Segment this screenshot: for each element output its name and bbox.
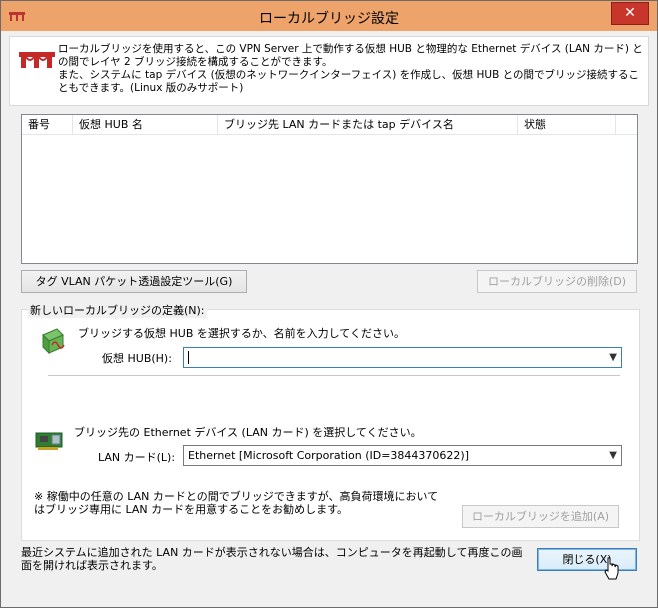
hub-prompt: ブリッジする仮想 HUB を選択するか、名前を入力してください。 [78,327,405,340]
local-bridge-dialog: ローカルブリッジ設定 ✕ ローカルブリッジを使用すると、この VPN Serve… [0,0,658,608]
title-bar[interactable]: ローカルブリッジ設定 ✕ [1,1,657,31]
mouse-cursor-icon [604,557,619,580]
description-panel: ローカルブリッジを使用すると、この VPN Server 上で動作する仮想 HU… [9,36,649,106]
vlan-tool-button[interactable]: タグ VLAN パケット透過設定ツール(G) [21,270,247,293]
lan-card-combo[interactable]: Ethernet [Microsoft Corporation (ID=3844… [183,445,622,466]
footer-note: 最近システムに追加された LAN カードが表示されない場合は、コンピュータを再起… [21,546,523,572]
column-status[interactable]: 状態 [518,115,616,134]
close-button[interactable]: 閉じる(X) [537,548,637,571]
chevron-down-icon[interactable]: ▼ [609,348,617,367]
column-hub-name[interactable]: 仮想 HUB 名 [73,115,218,134]
lan-prompt: ブリッジ先の Ethernet デバイス (LAN カード) を選択してください… [74,426,422,439]
bridge-icon [19,52,55,68]
description-text: ローカルブリッジを使用すると、この VPN Server 上で動作する仮想 HU… [58,43,643,94]
virtual-hub-combo[interactable]: ▼ [183,347,622,368]
column-number[interactable]: 番号 [22,115,73,134]
hub-label: 仮想 HUB(H): [102,352,172,365]
bridge-list-header: 番号 仮想 HUB 名 ブリッジ先 LAN カードまたは tap デバイス名 状… [22,115,637,135]
delete-bridge-button[interactable]: ローカルブリッジの削除(D) [477,270,637,293]
column-device-name[interactable]: ブリッジ先 LAN カードまたは tap デバイス名 [218,115,518,134]
lan-card-icon [35,432,63,450]
group-separator [48,375,620,376]
new-bridge-legend: 新しいローカルブリッジの定義(N): [28,302,207,318]
window-title: ローカルブリッジ設定 [259,11,399,27]
virtual-hub-icon [42,328,65,355]
chevron-down-icon[interactable]: ▼ [609,446,617,465]
close-window-icon[interactable]: ✕ [611,2,649,25]
lan-card-value[interactable]: Ethernet [Microsoft Corporation (ID=3844… [188,449,469,462]
add-bridge-button[interactable]: ローカルブリッジを追加(A) [462,505,619,528]
lan-label: LAN カード(L): [98,451,176,464]
bridge-list[interactable]: 番号 仮想 HUB 名 ブリッジ先 LAN カードまたは tap デバイス名 状… [21,114,638,264]
bridge-note: ※ 稼働中の任意の LAN カードとの間でブリッジできますが、高負荷環境において… [34,490,439,516]
